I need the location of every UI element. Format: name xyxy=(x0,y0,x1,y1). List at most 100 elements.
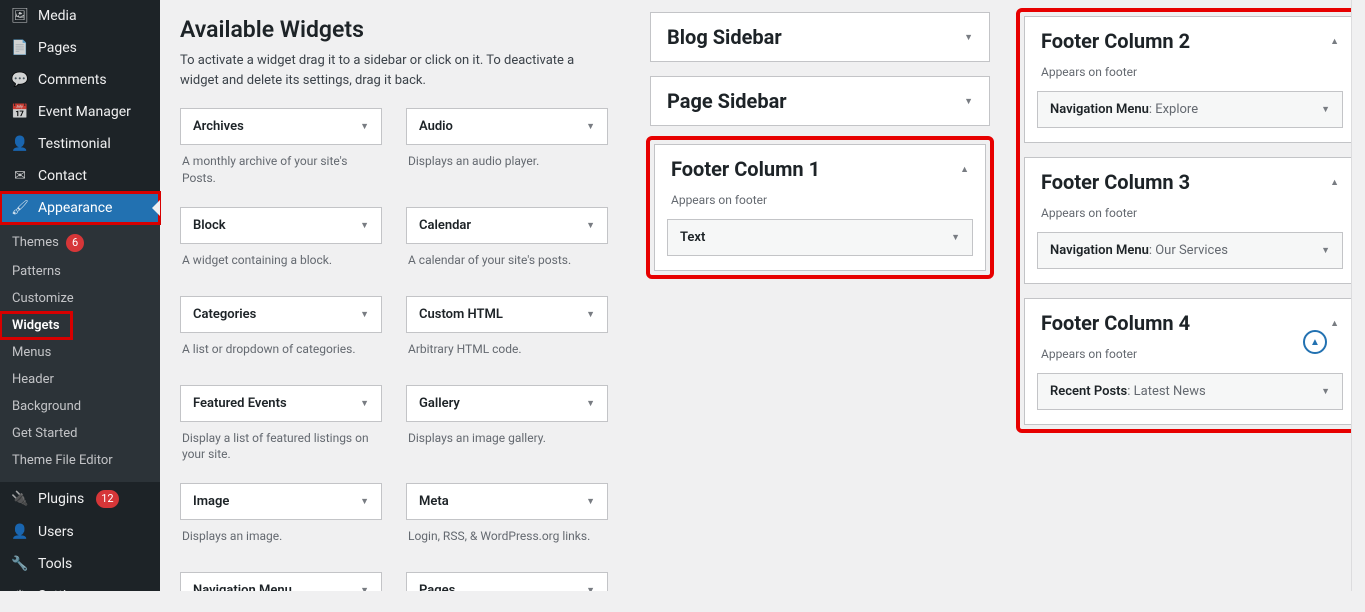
menu-appearance[interactable]: 🖌 Appearance xyxy=(0,192,160,224)
submenu-background[interactable]: Background xyxy=(0,393,160,420)
widget-name: Featured Events xyxy=(193,396,287,411)
menu-tools[interactable]: 🔧 Tools xyxy=(0,548,160,580)
chevron-icon: ▲ xyxy=(960,164,969,175)
widget-pages[interactable]: Pages ▼ xyxy=(406,572,608,591)
widget-archives[interactable]: Archives ▼ xyxy=(180,108,382,145)
menu-icon: 📄 xyxy=(10,40,30,56)
widget-custom-html[interactable]: Custom HTML ▼ xyxy=(406,296,608,333)
placed-widget[interactable]: Recent Posts: Latest News ▼ xyxy=(1037,373,1343,410)
scrollbar-gutter[interactable] xyxy=(1351,0,1365,591)
widget-areas-mid: Blog Sidebar ▼ Page Sidebar ▼ Footer Col… xyxy=(650,12,990,289)
menu-event-manager[interactable]: 📅 Event Manager xyxy=(0,96,160,128)
page-description: To activate a widget drag it to a sideba… xyxy=(180,51,610,90)
placed-widget[interactable]: Navigation Menu: Our Services ▼ xyxy=(1037,232,1343,269)
area-toggle[interactable]: Footer Column 1 ▲ xyxy=(655,145,985,193)
widget-area-footer-column-4: Footer Column 4 ▲ Appears on footer Rece… xyxy=(1024,298,1351,425)
menu-media[interactable]: 🖼 Media xyxy=(0,0,160,32)
area-title: Page Sidebar xyxy=(667,89,787,113)
placed-widget[interactable]: Navigation Menu: Explore ▼ xyxy=(1037,91,1343,128)
area-widgets: Text ▼ xyxy=(655,219,985,270)
area-description: Appears on footer xyxy=(1025,347,1351,373)
chevron-icon: ▲ xyxy=(1330,36,1339,47)
widget-meta[interactable]: Meta ▼ xyxy=(406,483,608,520)
area-widgets: Navigation Menu: Our Services ▼ xyxy=(1025,232,1351,283)
widget-description: Login, RSS, & WordPress.org links. xyxy=(406,520,608,562)
widget-name: Calendar xyxy=(419,218,471,233)
scroll-top-button[interactable]: ▲ xyxy=(1303,330,1327,354)
area-toggle[interactable]: Page Sidebar ▼ xyxy=(651,77,989,125)
menu-plugins[interactable]: 🔌 Plugins12 xyxy=(0,482,160,516)
menu-label: Media xyxy=(38,8,77,24)
submenu-themes[interactable]: Themes 6 xyxy=(0,228,160,258)
page-title: Available Widgets xyxy=(180,16,620,43)
admin-sidebar: 🖼 Media📄 Pages💬 Comments📅 Event Manager👤… xyxy=(0,0,160,591)
widget-area-blog-sidebar: Blog Sidebar ▼ xyxy=(650,12,990,62)
menu-label: Appearance xyxy=(38,200,112,216)
menu-settings[interactable]: ⚙ Settings xyxy=(0,580,160,612)
chevron-down-icon: ▼ xyxy=(360,496,369,507)
area-title: Blog Sidebar xyxy=(667,25,782,49)
submenu-patterns[interactable]: Patterns xyxy=(0,258,160,285)
chevron-down-icon: ▼ xyxy=(360,121,369,132)
submenu-theme-file-editor[interactable]: Theme File Editor xyxy=(0,447,160,474)
widget-description: Displays an image. xyxy=(180,520,382,562)
widget-name: Categories xyxy=(193,307,256,322)
widget-area-footer-column-2: Footer Column 2 ▲ Appears on footer Navi… xyxy=(1024,16,1351,143)
area-widgets: Navigation Menu: Explore ▼ xyxy=(1025,91,1351,142)
chevron-icon: ▼ xyxy=(964,32,973,43)
placed-widget-name: Navigation Menu xyxy=(1050,243,1149,258)
area-description: Appears on footer xyxy=(655,193,985,219)
widget-name: Block xyxy=(193,218,226,233)
menu-icon: 💬 xyxy=(10,72,30,88)
placed-widget-suffix: : Latest News xyxy=(1127,384,1205,399)
widget-gallery[interactable]: Gallery ▼ xyxy=(406,385,608,422)
widget-description: Displays an audio player. xyxy=(406,145,608,187)
placed-widget-name: Recent Posts xyxy=(1050,384,1127,399)
menu-testimonial[interactable]: 👤 Testimonial xyxy=(0,128,160,160)
widget-block[interactable]: Block ▼ xyxy=(180,207,382,244)
widget-featured-events[interactable]: Featured Events ▼ xyxy=(180,385,382,422)
placed-widget-suffix: : Our Services xyxy=(1149,243,1228,258)
chevron-down-icon: ▼ xyxy=(1321,386,1330,397)
chevron-icon: ▲ xyxy=(1330,177,1339,188)
area-description: Appears on footer xyxy=(1025,65,1351,91)
menu-label: Comments xyxy=(38,72,107,88)
submenu-header[interactable]: Header xyxy=(0,366,160,393)
chevron-down-icon: ▼ xyxy=(586,121,595,132)
submenu-get-started[interactable]: Get Started xyxy=(0,420,160,447)
area-toggle[interactable]: Blog Sidebar ▼ xyxy=(651,13,989,61)
placed-widget[interactable]: Text ▼ xyxy=(667,219,973,256)
menu-users[interactable]: 👤 Users xyxy=(0,516,160,548)
update-badge: 6 xyxy=(66,234,84,252)
widget-calendar[interactable]: Calendar ▼ xyxy=(406,207,608,244)
menu-label: Contact xyxy=(38,168,87,184)
chevron-down-icon: ▼ xyxy=(586,309,595,320)
menu-contact[interactable]: ✉ Contact xyxy=(0,160,160,192)
menu-label: Testimonial xyxy=(38,136,111,152)
widget-navigation-menu[interactable]: Navigation Menu ▼ xyxy=(180,572,382,591)
menu-icon: 🔧 xyxy=(10,556,30,572)
submenu-customize[interactable]: Customize xyxy=(0,285,160,312)
chevron-down-icon: ▼ xyxy=(951,232,960,243)
menu-icon: 👤 xyxy=(10,136,30,152)
widget-categories[interactable]: Categories ▼ xyxy=(180,296,382,333)
widget-name: Archives xyxy=(193,119,244,134)
brush-icon: 🖌 xyxy=(10,200,30,216)
submenu-widgets[interactable]: Widgets xyxy=(0,312,72,339)
update-badge: 12 xyxy=(96,490,118,508)
area-toggle[interactable]: Footer Column 3 ▲ xyxy=(1025,158,1351,206)
menu-comments[interactable]: 💬 Comments xyxy=(0,64,160,96)
area-description: Appears on footer xyxy=(1025,206,1351,232)
menu-label: Plugins xyxy=(38,491,84,507)
submenu-menus[interactable]: Menus xyxy=(0,339,160,366)
chevron-icon: ▲ xyxy=(1330,318,1339,329)
widget-area-footer-column-1: Footer Column 1 ▲ Appears on footer Text… xyxy=(654,144,986,271)
menu-pages[interactable]: 📄 Pages xyxy=(0,32,160,64)
chevron-down-icon: ▼ xyxy=(1321,104,1330,115)
chevron-down-icon: ▼ xyxy=(360,309,369,320)
widget-area-footer-column-3: Footer Column 3 ▲ Appears on footer Navi… xyxy=(1024,157,1351,284)
area-toggle[interactable]: Footer Column 2 ▲ xyxy=(1025,17,1351,65)
menu-icon: 🖼 xyxy=(10,8,30,24)
widget-image[interactable]: Image ▼ xyxy=(180,483,382,520)
widget-audio[interactable]: Audio ▼ xyxy=(406,108,608,145)
